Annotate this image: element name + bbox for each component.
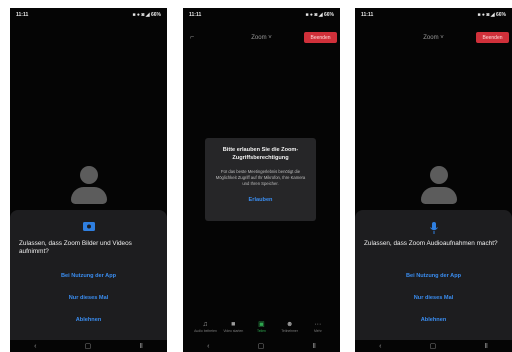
tool-label: Mehr bbox=[313, 329, 322, 333]
more-button[interactable]: ··· Mehr bbox=[307, 320, 329, 333]
start-video-button[interactable]: ■ Video starten bbox=[222, 320, 244, 333]
status-time: 11:11 bbox=[189, 12, 202, 18]
dialog-title: Bitte erlauben Sie die Zoom-Zugriffsbere… bbox=[222, 147, 299, 161]
allow-once-button[interactable]: Nur dieses Mal bbox=[355, 295, 512, 301]
participants-icon: ☻ bbox=[285, 321, 294, 328]
audio-icon: ♫ bbox=[202, 321, 208, 328]
deny-button[interactable]: Ablehnen bbox=[355, 317, 512, 323]
status-time: 11:11 bbox=[16, 12, 29, 18]
tool-label: Audio beitreten bbox=[194, 329, 217, 333]
allow-once-button[interactable]: Nur dieses Mal bbox=[10, 295, 167, 301]
participants-button[interactable]: ☻ Teilnehmer bbox=[279, 320, 301, 333]
video-icon: ■ bbox=[231, 321, 236, 328]
avatar bbox=[69, 166, 109, 206]
status-icons: ■ ● ◙ ◢ 66% bbox=[132, 12, 161, 18]
status-bar: 11:11 ■ ● ◙ ◢ 66% bbox=[183, 8, 340, 22]
nav-back-button[interactable]: ‹ bbox=[207, 343, 209, 350]
phone-screen-audio-permission: 11:11 ■ ● ◙ ◢ 66% Zoom ˅ Beenden Zulasse… bbox=[355, 8, 512, 352]
status-time: 11:11 bbox=[361, 12, 374, 18]
tool-label: Video starten bbox=[223, 329, 244, 333]
phone-screen-camera-permission: 11:11 ■ ● ◙ ◢ 66% Zulassen, dass Zoom Bi… bbox=[10, 8, 167, 352]
allow-button[interactable]: Erlauben bbox=[205, 197, 316, 203]
more-icon: ··· bbox=[314, 321, 322, 328]
allow-while-using-button[interactable]: Bei Nutzung der App bbox=[10, 273, 167, 279]
deny-button[interactable]: Ablehnen bbox=[10, 317, 167, 323]
avatar bbox=[419, 166, 459, 206]
nav-back-button[interactable]: ‹ bbox=[379, 343, 381, 350]
dialog-body: Für das beste Meetingerlebnis benötigt d… bbox=[215, 169, 306, 186]
status-bar: 11:11 ■ ● ◙ ◢ 66% bbox=[10, 8, 167, 22]
share-icon: ▣ bbox=[258, 321, 265, 328]
tool-label: Teilnehmer bbox=[281, 329, 298, 333]
share-button[interactable]: ▣ Teilen bbox=[250, 320, 272, 333]
permission-sheet: Zulassen, dass Zoom Bilder und Videos au… bbox=[10, 210, 167, 344]
meeting-topbar: Zoom ˅ Beenden bbox=[355, 32, 512, 46]
nav-home-button[interactable]: ▢ bbox=[258, 342, 265, 350]
meeting-toolbar: ♫ Audio beitreten ■ Video starten ▣ Teil… bbox=[183, 320, 340, 340]
meeting-topbar: ⌐ Zoom ˅ Beenden bbox=[183, 32, 340, 46]
system-navbar: ‹ ▢ Ⅱ bbox=[10, 340, 167, 352]
microphone-icon bbox=[355, 222, 512, 234]
permission-message: Zulassen, dass Zoom Audioaufnahmen macht… bbox=[364, 240, 498, 247]
status-icons: ■ ● ◙ ◢ 66% bbox=[477, 12, 506, 18]
nav-recents-button[interactable]: Ⅱ bbox=[139, 342, 142, 350]
permission-sheet: Zulassen, dass Zoom Audioaufnahmen macht… bbox=[355, 210, 512, 344]
status-bar: 11:11 ■ ● ◙ ◢ 66% bbox=[355, 8, 512, 22]
allow-while-using-button[interactable]: Bei Nutzung der App bbox=[355, 273, 512, 279]
end-meeting-button[interactable]: Beenden bbox=[476, 32, 509, 43]
nav-home-button[interactable]: ▢ bbox=[85, 342, 92, 350]
access-dialog: Bitte erlauben Sie die Zoom-Zugriffsbere… bbox=[205, 138, 316, 221]
nav-back-button[interactable]: ‹ bbox=[34, 343, 36, 350]
camera-icon bbox=[10, 222, 167, 231]
tool-label: Teilen bbox=[257, 329, 266, 333]
join-audio-button[interactable]: ♫ Audio beitreten bbox=[194, 320, 217, 333]
permission-message: Zulassen, dass Zoom Bilder und Videos au… bbox=[19, 240, 132, 256]
end-meeting-button[interactable]: Beenden bbox=[304, 32, 337, 43]
phone-screen-zoom-access: 11:11 ■ ● ◙ ◢ 66% ⌐ Zoom ˅ Beenden Bitte… bbox=[183, 8, 340, 352]
nav-home-button[interactable]: ▢ bbox=[430, 342, 437, 350]
system-navbar: ‹ ▢ Ⅱ bbox=[355, 340, 512, 352]
status-icons: ■ ● ◙ ◢ 66% bbox=[305, 12, 334, 18]
nav-recents-button[interactable]: Ⅱ bbox=[484, 342, 487, 350]
system-navbar: ‹ ▢ Ⅱ bbox=[183, 340, 340, 352]
nav-recents-button[interactable]: Ⅱ bbox=[312, 342, 315, 350]
